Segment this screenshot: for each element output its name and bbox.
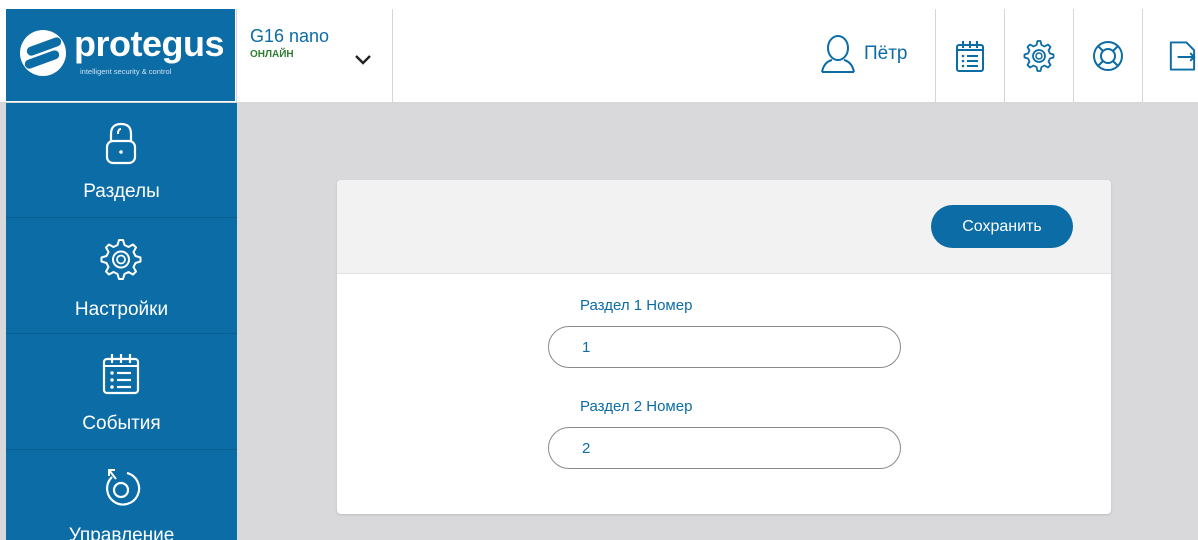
device-selector[interactable]: G16 nano ОНЛАЙН (236, 9, 392, 102)
device-name: G16 nano (250, 26, 330, 46)
user-menu[interactable]: Пётр (820, 34, 908, 74)
gear-icon (100, 239, 142, 280)
section-2-number-label: Раздел 2 Номер (580, 398, 693, 415)
logo-text: protegus (74, 23, 225, 64)
sections-form-card: Сохранить Раздел 1 Номер Раздел 2 Номер (337, 180, 1111, 514)
protegus-logo-icon (20, 30, 66, 76)
section-1-number-label: Раздел 1 Номер (580, 297, 693, 314)
section-2-number-input[interactable] (548, 427, 901, 469)
control-icon (106, 469, 141, 506)
sidebar-item-settings[interactable]: Настройки (6, 219, 237, 334)
sidebar-item-label: Настройки (74, 299, 169, 320)
settings-button[interactable] (1005, 9, 1073, 102)
sidebar-item-control[interactable]: Управление (6, 451, 237, 540)
sidebar-item-events[interactable]: События (6, 335, 237, 450)
logo-tagline: intelligent security & control (80, 67, 172, 76)
logout-button[interactable] (1143, 9, 1198, 102)
user-icon (821, 35, 855, 73)
section-1-number-input[interactable] (548, 326, 901, 368)
events-button[interactable] (936, 9, 1004, 102)
help-button[interactable] (1074, 9, 1142, 102)
sidebar-item-label: События (82, 413, 161, 434)
lock-icon (105, 122, 137, 165)
sidebar: Разделы Настройки События Управление (6, 103, 237, 540)
logout-icon (1169, 40, 1196, 71)
calendar-list-icon (956, 40, 984, 72)
divider (392, 9, 393, 102)
sidebar-item-label: Управление (68, 525, 175, 540)
card-toolbar: Сохранить (337, 180, 1111, 274)
user-name: Пётр (864, 43, 908, 64)
sidebar-item-sections[interactable]: Разделы (6, 103, 237, 218)
lifebuoy-icon (1093, 40, 1123, 71)
chevron-down-icon (355, 55, 371, 65)
device-status: ОНЛАЙН (250, 49, 294, 60)
top-header: protegus intelligent security & control … (0, 0, 1198, 103)
sidebar-item-label: Разделы (83, 181, 160, 202)
save-button[interactable]: Сохранить (931, 205, 1073, 248)
logo[interactable]: protegus intelligent security & control (6, 9, 235, 101)
events-list-icon (102, 354, 140, 395)
gear-icon (1023, 39, 1055, 72)
